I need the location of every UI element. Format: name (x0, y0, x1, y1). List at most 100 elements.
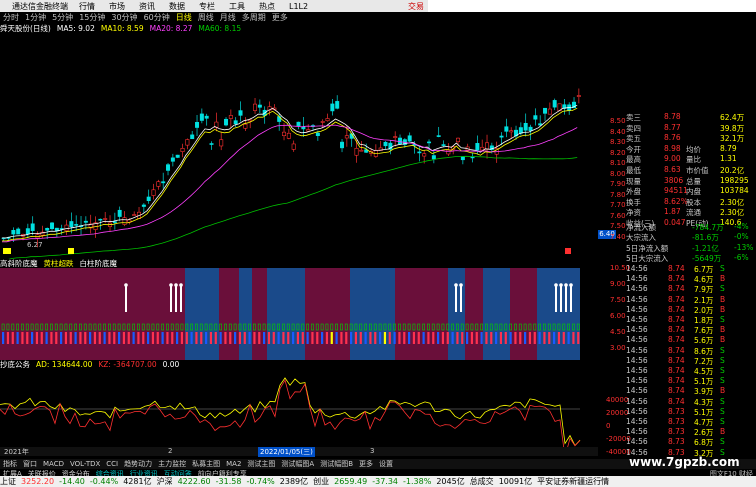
indicator-tab[interactable]: MA2 (223, 460, 244, 468)
period-tab[interactable]: 5分钟 (49, 12, 76, 23)
candle (30, 223, 35, 231)
quote-label: 股本 (686, 197, 701, 207)
indicator-tab[interactable]: 趋势动力 (121, 459, 155, 469)
quote-value: 8.98 (664, 143, 681, 153)
menu-item-tools[interactable]: 工具 (222, 1, 252, 12)
candle (74, 224, 79, 226)
indicator-tab[interactable]: MACD (40, 460, 67, 468)
candle (407, 135, 412, 142)
tick-price: 8.74 (668, 366, 685, 375)
candle (238, 110, 243, 116)
signal-band (448, 268, 465, 360)
indicator2-zero: 0.00 (162, 360, 180, 369)
indicator-tab[interactable]: VOL-TDX (67, 460, 103, 468)
trade-login-button[interactable]: 交易 (408, 1, 428, 12)
tick-row: 14:56 8.74 6.7万 S (598, 264, 756, 274)
period-tab[interactable]: 15分钟 (76, 12, 108, 23)
quote-row: 今开 8.98 均价 8.79 (598, 144, 756, 154)
tick-price: 8.74 (668, 376, 685, 386)
period-tab[interactable]: 1分钟 (22, 12, 49, 23)
menu-item-data[interactable]: 数据 (162, 1, 192, 12)
period-tab[interactable]: 月线 (217, 12, 239, 23)
menu-item-column[interactable]: 专栏 (192, 1, 222, 12)
indicator-tab[interactable]: 设置 (376, 459, 396, 469)
indicator-tab[interactable]: 更多 (356, 459, 376, 469)
candle (504, 126, 509, 132)
tick-price: 8.73 (668, 417, 685, 426)
candle (103, 218, 108, 220)
period-tab[interactable]: 周线 (195, 12, 217, 23)
quote-label: 现量 (626, 176, 641, 186)
menu-item-quote[interactable]: 行情 (72, 1, 102, 12)
quote-row: 最低 8.63 市价值 20.2亿 (598, 165, 756, 175)
quote-value: 2.30亿 (720, 208, 745, 218)
menu-item-news[interactable]: 资讯 (132, 1, 162, 12)
indicator-tab[interactable]: 测试幅图B (317, 459, 356, 469)
menu-item-market[interactable]: 市场 (102, 1, 132, 12)
period-tab[interactable]: 更多 (269, 12, 291, 23)
kline-chart[interactable]: 6.27 (0, 33, 598, 259)
quote-value: 39.8万 (720, 123, 745, 133)
candle (533, 115, 538, 120)
signal-band (267, 268, 305, 360)
flow-value: -784.7万 (692, 223, 724, 232)
flow-pct: -13% (734, 242, 754, 252)
flow-value: -1.21亿 (692, 243, 719, 253)
quote-label: 今开 (626, 144, 641, 154)
candle (422, 153, 427, 157)
tick-direction: S (720, 345, 725, 355)
indicator-tab[interactable]: CCI (103, 460, 121, 468)
indicator-tab[interactable]: 测试主图 (244, 459, 278, 469)
tick-direction: B (720, 274, 726, 284)
candle (243, 123, 248, 129)
candle (151, 189, 156, 196)
menu-item-l1l2[interactable]: L1L2 (282, 2, 315, 11)
hs-index-pct: -0.74% (246, 477, 275, 486)
tick-price: 8.73 (668, 427, 685, 437)
quote-value: 1.87 (664, 207, 681, 217)
tick-direction: B (720, 304, 726, 314)
period-tab[interactable]: 60分钟 (141, 12, 173, 23)
hs-index-amount: 2389亿 (279, 477, 309, 486)
date-axis: 2021年 2 2022/01/05(三) 3 (0, 447, 598, 457)
candle (170, 157, 175, 162)
indicator1-chart[interactable] (0, 268, 598, 360)
quote-label: 卖四 (626, 123, 641, 133)
tick-time: 14:56 (626, 294, 648, 304)
status-message[interactable]: 平安证券新疆运行情 (537, 476, 609, 487)
candle (11, 230, 16, 235)
menu-item-hot[interactable]: 热点 (252, 1, 282, 12)
fund-flow-row: 净流入额 -784.7万 -4% (598, 222, 756, 232)
indicator-tab[interactable]: 指标 (0, 459, 20, 469)
quote-row: 卖四 8.77 39.8万 (598, 123, 756, 133)
tick-time: 14:56 (626, 366, 648, 375)
period-tab[interactable]: 30分钟 (108, 12, 140, 23)
tick-row: 14:56 8.73 4.7万 S (598, 417, 756, 427)
candle (441, 144, 446, 146)
candle (523, 122, 528, 131)
sh-index-pct: -0.44% (89, 477, 119, 486)
signal-band (219, 268, 239, 360)
candle (146, 196, 151, 202)
tick-time: 14:56 (626, 376, 648, 386)
indicator-tab[interactable]: 窗口 (20, 459, 40, 469)
tick-time: 14:56 (626, 304, 648, 314)
candle (509, 130, 514, 133)
quote-label: 净资 (626, 208, 641, 218)
indicator2-chart[interactable] (0, 369, 598, 447)
period-tab[interactable]: 分时 (0, 12, 22, 23)
period-tab[interactable]: 日线 (173, 12, 195, 23)
quote-label: 均价 (686, 144, 701, 154)
tick-row: 14:56 8.73 6.8万 S (598, 437, 756, 447)
indicator-tab[interactable]: 测试幅图A (278, 459, 317, 469)
tick-price: 8.74 (668, 396, 685, 406)
indicator-tab[interactable]: 主力监控 (155, 459, 189, 469)
flow-pct: -4% (734, 222, 749, 231)
indicator-tab[interactable]: 私募主图 (189, 459, 223, 469)
tick-price: 8.74 (668, 335, 685, 345)
candle (248, 119, 253, 122)
candle (460, 156, 465, 161)
tick-direction: S (720, 315, 725, 324)
period-tab[interactable]: 多周期 (239, 12, 269, 23)
flow-label: 5日净流入额 (626, 243, 669, 253)
